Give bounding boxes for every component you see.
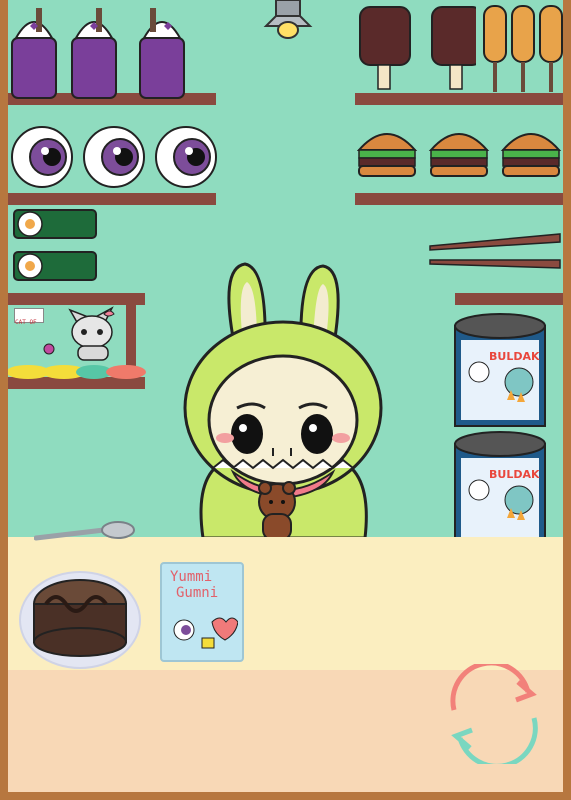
refresh-icon[interactable] <box>436 664 552 764</box>
gumni-line1: Yummi <box>170 569 213 585</box>
chopsticks-icon[interactable] <box>428 232 563 274</box>
eyeball-candy-icon <box>83 126 145 188</box>
game-frame: CAT OF BULDAK BULDAK Yummi Gumni <box>0 0 571 800</box>
kitten-icon[interactable] <box>60 300 130 364</box>
burgers[interactable] <box>357 122 563 184</box>
eyeball-candies[interactable] <box>10 123 220 193</box>
gummy-candies-icon <box>173 617 238 649</box>
sushi-roll-icon <box>13 251 97 281</box>
bunny-hood-character[interactable] <box>173 258 393 548</box>
gummy-strip-icon[interactable] <box>8 362 148 380</box>
corn-dogs[interactable] <box>482 4 563 94</box>
ceiling-lamp-icon <box>263 0 313 39</box>
buldak-cans[interactable]: BULDAK BULDAK <box>451 312 551 552</box>
cat-sign: CAT OF <box>14 308 44 326</box>
corn-dog-icon <box>539 5 563 92</box>
smoothie-jar-icon <box>11 8 57 99</box>
eyeball-candy-icon <box>11 126 73 188</box>
smoothie-jar-icon <box>71 8 117 99</box>
buldak-can-icon: BULDAK <box>454 313 546 427</box>
gumni-line2: Gumni <box>176 585 219 601</box>
chocolate-cake-icon[interactable] <box>16 560 144 672</box>
ice-cream-bar-icon <box>431 6 476 90</box>
corn-dog-icon <box>511 5 535 92</box>
burger-icon <box>357 133 418 177</box>
shelf-eyes <box>8 193 216 205</box>
burger-icon <box>428 133 490 177</box>
shop-scene: CAT OF BULDAK BULDAK Yummi Gumni <box>8 0 563 792</box>
smoothie-jar-icon <box>139 8 185 99</box>
can-label: BULDAK <box>489 350 540 363</box>
burger-icon <box>500 133 562 177</box>
cat-sign-label: CAT OF <box>15 319 37 326</box>
shelf-right-mid <box>455 293 563 305</box>
corn-dog-icon <box>483 5 507 92</box>
ice-cream-bars[interactable] <box>356 5 476 95</box>
buldak-can-icon: BULDAK <box>454 431 546 545</box>
yummi-gumni-pack[interactable]: Yummi Gumni <box>160 562 244 662</box>
shelf-burgers <box>355 193 563 205</box>
candy-ball-icon <box>43 343 55 355</box>
eyeball-candy-icon <box>155 126 217 188</box>
sushi-rolls[interactable] <box>12 208 102 282</box>
teddy-bear-icon <box>258 481 296 541</box>
sushi-roll-icon <box>13 209 97 239</box>
spoon-icon[interactable] <box>34 520 138 546</box>
ice-cream-bar-icon <box>359 6 411 90</box>
can-label: BULDAK <box>489 468 540 481</box>
smoothie-jars[interactable] <box>8 8 198 100</box>
